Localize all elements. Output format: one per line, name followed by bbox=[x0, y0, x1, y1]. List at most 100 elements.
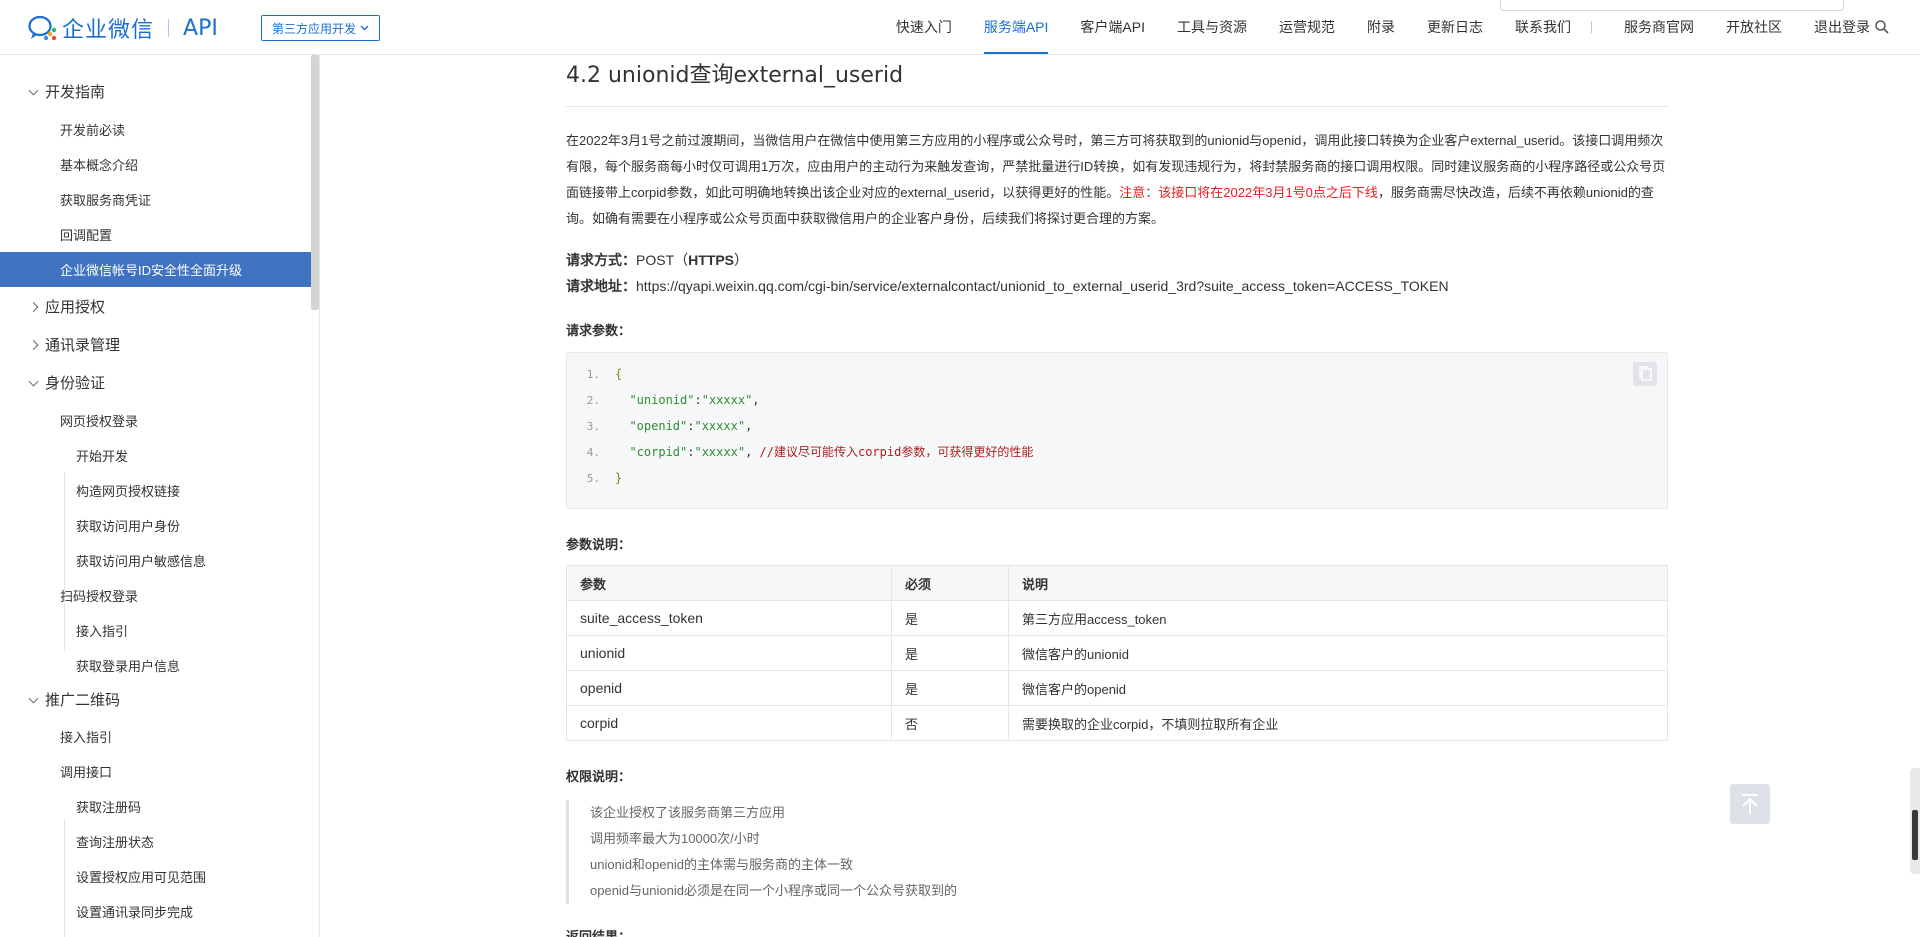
request-method-value: POST（ bbox=[636, 252, 689, 268]
copy-icon[interactable] bbox=[1633, 362, 1657, 386]
sidebar-item-label: 基本概念介绍 bbox=[60, 158, 139, 173]
sidebar-item-set-visible-scope[interactable]: 设置授权应用可见范围 bbox=[0, 859, 312, 894]
table-header-row: 参数 必须 说明 bbox=[566, 565, 1668, 601]
table-cell: unionid bbox=[566, 635, 892, 671]
page-title: 4.2 unionid查询external_userid bbox=[566, 63, 904, 88]
table-header-cell: 参数 bbox=[566, 565, 892, 601]
sidebar-item-get-user-identity[interactable]: 获取访问用户身份 bbox=[0, 508, 312, 543]
sidebar-scrollbar[interactable] bbox=[311, 55, 319, 310]
nav-item-changelog[interactable]: 更新日志 bbox=[1427, 0, 1483, 54]
sidebar-item-promo-qrcode[interactable]: 推广二维码 bbox=[0, 682, 312, 717]
nav-item-tools[interactable]: 工具与资源 bbox=[1177, 0, 1247, 54]
side-widget-tab[interactable] bbox=[1910, 768, 1920, 874]
logo-text: 企业微信 bbox=[62, 18, 155, 43]
code-token: : bbox=[694, 393, 702, 407]
code-token: , bbox=[745, 445, 753, 459]
table-cell: 是 bbox=[891, 635, 1009, 671]
table-cell: openid bbox=[566, 670, 892, 706]
sidebar-item-label: 设置通讯录同步完成 bbox=[76, 905, 194, 920]
sidebar-item-label: 开发前必读 bbox=[60, 123, 126, 138]
sidebar-item-qr-login[interactable]: 扫码授权登录 bbox=[0, 578, 312, 613]
sidebar-item-label: 通讯录管理 bbox=[45, 337, 121, 354]
sidebar-item-before-dev[interactable]: 开发前必读 bbox=[0, 112, 312, 147]
sidebar-item-label: 获取服务商凭证 bbox=[60, 193, 152, 208]
request-method-close: ） bbox=[734, 252, 749, 268]
sidebar-item-label: 应用授权 bbox=[45, 299, 106, 316]
sidebar-item-label: 获取注册码 bbox=[76, 800, 142, 815]
app-type-select[interactable]: 第三方应用开发 bbox=[261, 15, 380, 41]
code-token: , bbox=[745, 419, 753, 433]
sidebar-item-basic-concepts[interactable]: 基本概念介绍 bbox=[0, 147, 312, 182]
code-line: 5.} bbox=[567, 468, 622, 488]
logo-api-text: API bbox=[183, 15, 218, 41]
table-cell: 需要换取的企业corpid，不填则拉取所有企业 bbox=[1008, 705, 1668, 741]
table-cell: suite_access_token bbox=[566, 600, 892, 636]
request-method-https: HTTPS bbox=[688, 252, 735, 268]
sidebar-item-get-reg-code[interactable]: 获取注册码 bbox=[0, 789, 312, 824]
permission-line: unionid和openid的主体需与服务商的主体一致 bbox=[590, 857, 853, 872]
nav-item-appendix[interactable]: 附录 bbox=[1367, 0, 1395, 54]
permission-line: 该企业授权了该服务商第三方应用 bbox=[590, 805, 786, 820]
sidebar-item-label: 设置授权应用可见范围 bbox=[76, 870, 207, 885]
request-url-label: 请求地址： bbox=[566, 278, 636, 294]
sidebar-item-callback-config[interactable]: 回调配置 bbox=[0, 217, 312, 252]
sidebar-item-contact-sync-done[interactable]: 设置通讯录同步完成 bbox=[0, 894, 312, 929]
table-header-cell: 必须 bbox=[891, 565, 1009, 601]
nav-item-quickstart[interactable]: 快速入门 bbox=[896, 0, 952, 54]
nav-item-client-api[interactable]: 客户端API bbox=[1080, 0, 1145, 54]
nav-item-ops-rules[interactable]: 运营规范 bbox=[1279, 0, 1335, 54]
search-icon[interactable] bbox=[1874, 19, 1890, 35]
sidebar-item-identity[interactable]: 身份验证 bbox=[0, 365, 312, 400]
dropdown-panel-edge bbox=[1500, 0, 1844, 11]
permission-line: openid与unionid必须是在同一个小程序或同一个公众号获取到的 bbox=[590, 883, 957, 898]
back-to-top-button[interactable] bbox=[1730, 784, 1770, 824]
sidebar-item-call-api[interactable]: 调用接口 bbox=[0, 754, 312, 789]
sidebar-item-build-oauth-link[interactable]: 构造网页授权链接 bbox=[0, 473, 312, 508]
logo[interactable]: 企业微信 API bbox=[28, 13, 218, 43]
code-token: "xxxxx" bbox=[694, 419, 746, 433]
line-number: 4. bbox=[586, 446, 600, 459]
sidebar-item-get-login-user[interactable]: 获取登录用户信息 bbox=[0, 648, 312, 683]
request-method: 请求方式：POST（HTTPS） bbox=[566, 250, 748, 270]
code-token: } bbox=[615, 471, 623, 485]
sidebar-item-app-auth[interactable]: 应用授权 bbox=[0, 289, 312, 324]
sidebar-item-query-reg-status[interactable]: 查询注册状态 bbox=[0, 824, 312, 859]
sidebar-item-label: 获取访问用户敏感信息 bbox=[76, 554, 207, 569]
sidebar-item-web-oauth[interactable]: 网页授权登录 bbox=[0, 403, 312, 438]
permission-heading: 权限说明： bbox=[566, 769, 632, 784]
chevron-down-icon bbox=[28, 376, 39, 387]
side-widget-handle bbox=[1912, 810, 1918, 860]
chevron-down-icon bbox=[28, 85, 39, 96]
sidebar-item-label: 构造网页授权链接 bbox=[76, 484, 181, 499]
sidebar-item-label: 接入指引 bbox=[60, 730, 113, 745]
permission-line: 调用频率最大为10000次/小时 bbox=[590, 831, 760, 846]
sidebar-item-promo-guide[interactable]: 接入指引 bbox=[0, 719, 312, 754]
code-token: "openid" bbox=[629, 419, 688, 433]
sidebar-item-label: 企业微信帐号ID安全性全面升级 bbox=[60, 263, 243, 278]
sidebar-item-qr-guide[interactable]: 接入指引 bbox=[0, 613, 312, 648]
sidebar-item-label: 推广二维码 bbox=[45, 692, 121, 709]
sidebar-item-label: 调用接口 bbox=[60, 765, 113, 780]
request-url-value: https://qyapi.weixin.qq.com/cgi-bin/serv… bbox=[636, 278, 1449, 294]
sidebar-item-id-security-upgrade[interactable]: 企业微信帐号ID安全性全面升级 bbox=[0, 252, 312, 287]
table-row: corpid 否 需要换取的企业corpid，不填则拉取所有企业 bbox=[566, 705, 1668, 741]
table-cell: 是 bbox=[891, 670, 1009, 706]
code-token: "unionid" bbox=[629, 393, 695, 407]
logo-divider bbox=[168, 19, 170, 37]
sidebar-item-start-dev[interactable]: 开始开发 bbox=[0, 438, 312, 473]
sidebar-item-dev-guide[interactable]: 开发指南 bbox=[0, 74, 312, 109]
sidebar-item-get-user-sensitive[interactable]: 获取访问用户敏感信息 bbox=[0, 543, 312, 578]
title-divider bbox=[566, 106, 1668, 107]
sidebar-item-label: 网页授权登录 bbox=[60, 414, 139, 429]
table-row: unionid 是 微信客户的unionid bbox=[566, 635, 1668, 671]
sidebar-item-provider-credential[interactable]: 获取服务商凭证 bbox=[0, 182, 312, 217]
code-token: "xxxxx" bbox=[701, 393, 753, 407]
code-block: 1.{ 2. "unionid":"xxxxx", 3. "openid":"x… bbox=[566, 352, 1668, 509]
table-row: suite_access_token 是 第三方应用access_token bbox=[566, 600, 1668, 636]
sidebar-item-label: 身份验证 bbox=[45, 375, 106, 392]
sidebar-item-contacts[interactable]: 通讯录管理 bbox=[0, 327, 312, 362]
chevron-right-icon bbox=[28, 339, 39, 350]
code-line: 3. "openid":"xxxxx", bbox=[567, 416, 753, 436]
nav-item-server-api[interactable]: 服务端API bbox=[983, 0, 1048, 54]
code-token: { bbox=[615, 367, 623, 381]
